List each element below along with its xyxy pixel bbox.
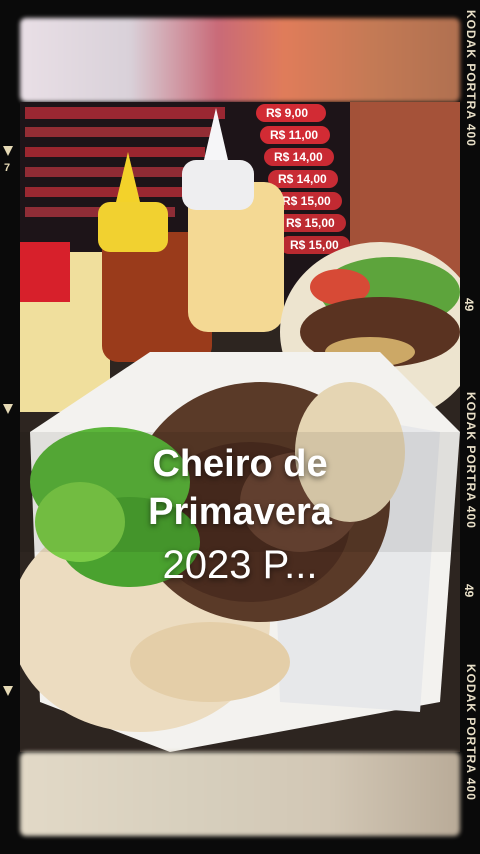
price-tag-5: R$ 15,00 <box>282 194 331 208</box>
price-tag-3: R$ 14,00 <box>274 150 323 164</box>
story-frame: R$ 9,00 R$ 11,00 R$ 14,00 R$ 14,00 R$ 15… <box>0 0 480 854</box>
story-caption: Cheiro de Primavera 2023 P... <box>20 440 460 590</box>
film-brand-label: KODAK PORTRA 400 <box>464 664 478 801</box>
caption-title-line2: Primavera <box>148 491 332 533</box>
film-arrow-icon <box>3 686 13 696</box>
film-frame-number: 49 <box>462 584 476 598</box>
film-frame-number: 49 <box>462 298 476 312</box>
price-tag-1: R$ 9,00 <box>266 106 308 120</box>
film-brand-label: KODAK PORTRA 400 <box>464 10 478 147</box>
next-photo-strip <box>20 752 460 836</box>
film-arrow-icon <box>3 404 13 414</box>
price-tag-6: R$ 15,00 <box>286 216 335 230</box>
previous-photo-strip <box>20 18 460 102</box>
caption-title-line1: Cheiro de <box>152 443 328 485</box>
food-photo-illustration: R$ 9,00 R$ 11,00 R$ 14,00 R$ 14,00 R$ 15… <box>20 102 460 752</box>
food-photo: R$ 9,00 R$ 11,00 R$ 14,00 R$ 14,00 R$ 15… <box>20 102 460 752</box>
price-tag-7: R$ 15,00 <box>290 238 339 252</box>
film-right-edge: KODAK PORTRA 400 49 KODAK PORTRA 400 49 … <box>462 0 480 854</box>
film-arrow-icon <box>3 146 13 156</box>
price-tag-4: R$ 14,00 <box>278 172 327 186</box>
film-brand-label: KODAK PORTRA 400 <box>464 392 478 529</box>
film-left-number: 7 <box>4 162 11 174</box>
price-tag-2: R$ 11,00 <box>270 128 318 142</box>
film-left-edge: 7 <box>0 0 20 854</box>
caption-subtitle: 2023 P... <box>162 543 318 587</box>
